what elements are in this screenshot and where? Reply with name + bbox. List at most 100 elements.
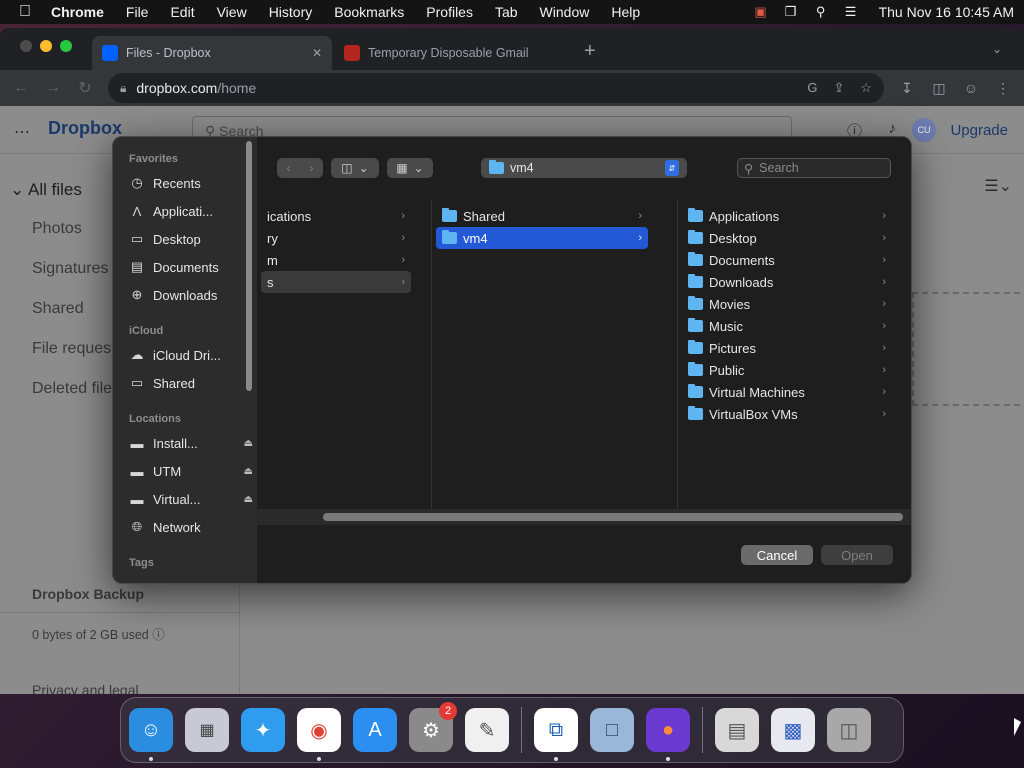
sidebar-item-applications[interactable]: Λ Applicati... <box>129 199 253 223</box>
chrome-icon[interactable]: ◉ <box>297 708 341 761</box>
list-item[interactable]: s › <box>261 271 411 293</box>
firefox-icon[interactable]: ● <box>646 708 690 761</box>
sidebar-item-shared[interactable]: ▭ Shared <box>129 371 253 395</box>
minimize-window-button[interactable] <box>40 40 52 52</box>
preview-window-icon[interactable]: ▩ <box>771 708 815 752</box>
notification-bell-icon[interactable]: ♪ <box>889 120 897 137</box>
app-store-icon[interactable]: A <box>353 708 397 752</box>
eject-icon[interactable]: ⏏ <box>244 438 253 449</box>
lock-icon[interactable]: 🔒︎ <box>120 81 126 96</box>
eject-icon[interactable]: ⏏ <box>244 494 253 505</box>
sidebar-item-all-files[interactable]: ⌄ All files <box>10 180 82 200</box>
menu-edit[interactable]: Edit <box>159 4 205 20</box>
menu-app-name[interactable]: Chrome <box>40 4 115 20</box>
path-popup-button[interactable]: vm4 ⇵ <box>481 158 687 178</box>
sidebar-item-install-volume[interactable]: ▬ Install... ⏏ <box>129 431 254 455</box>
upgrade-link[interactable]: Upgrade <box>950 122 1008 139</box>
back-button[interactable]: ← <box>12 79 30 97</box>
sidebar-item-utm[interactable]: ▬ UTM ⏏ <box>129 459 254 483</box>
sidebar-scrollbar[interactable] <box>246 141 252 391</box>
upload-drop-zone[interactable] <box>912 292 1020 406</box>
list-view-icon[interactable]: ☰⌄ <box>984 176 1012 196</box>
google-lens-icon[interactable]: G <box>807 80 817 96</box>
app-grid-icon[interactable]: ⋯ <box>14 122 30 142</box>
avatar[interactable]: CU <box>912 118 936 142</box>
side-panel-icon[interactable]: ◫ <box>930 80 948 97</box>
list-item[interactable]: Desktop › <box>682 227 892 249</box>
list-item[interactable]: Shared › <box>436 205 648 227</box>
close-tab-icon[interactable]: ✕ <box>312 46 322 60</box>
safari-icon[interactable]: ✦ <box>241 708 285 752</box>
privacy-link[interactable]: Privacy and legal <box>32 682 139 694</box>
display-icon[interactable]: ❐ <box>783 4 799 19</box>
list-item[interactable]: Virtual Machines › <box>682 381 892 403</box>
system-settings-icon[interactable]: ⚙ 2 <box>409 702 457 752</box>
sidebar-item-deleted-files[interactable]: Deleted files <box>32 380 120 398</box>
menu-clock[interactable]: Thu Nov 16 10:45 AM <box>879 4 1014 20</box>
list-item[interactable]: Downloads › <box>682 271 892 293</box>
sidebar-item-virtual-volume[interactable]: ▬ Virtual... ⏏ <box>129 487 254 511</box>
finder-icon[interactable]: ☺ <box>129 708 173 761</box>
sidebar-item-desktop[interactable]: ▭ Desktop <box>129 227 253 251</box>
menu-view[interactable]: View <box>206 4 258 20</box>
list-item[interactable]: ry › <box>261 227 411 249</box>
list-item[interactable]: Documents › <box>682 249 892 271</box>
trash-icon[interactable]: ◫ <box>827 708 871 752</box>
profile-icon[interactable]: ☺ <box>962 80 980 96</box>
share-icon[interactable]: ⇪ <box>833 80 844 96</box>
screen-sharing-icon[interactable]: ⧉ <box>534 708 578 761</box>
spotlight-search-icon[interactable]: ⚲ <box>813 4 829 19</box>
list-item[interactable]: Pictures › <box>682 337 892 359</box>
screen-sharing-status-icon[interactable]: ▣ <box>753 4 769 19</box>
reload-button[interactable]: ↻ <box>76 78 94 98</box>
list-item[interactable]: vm4 › <box>436 227 648 249</box>
list-item[interactable]: Movies › <box>682 293 892 315</box>
sidebar-item-photos[interactable]: Photos <box>32 220 82 238</box>
disk-image-icon[interactable]: ▤ <box>715 708 759 752</box>
download-icon[interactable]: ↧ <box>898 80 916 97</box>
control-center-icon[interactable]: ☰ <box>843 4 859 19</box>
menu-window[interactable]: Window <box>529 4 601 20</box>
virtualbox-icon[interactable]: □ <box>590 708 634 752</box>
apple-icon[interactable]:  <box>10 3 40 21</box>
new-tab-button[interactable]: + <box>584 40 596 63</box>
group-by-button[interactable]: ▦ ⌄ <box>387 158 433 178</box>
list-item[interactable]: VirtualBox VMs › <box>682 403 892 425</box>
sidebar-item-recents[interactable]: ◷ Recents <box>129 171 253 195</box>
sidebar-item-shared[interactable]: Shared <box>32 300 84 318</box>
tab-gmail[interactable]: Temporary Disposable Gmail <box>334 36 570 70</box>
eject-icon[interactable]: ⏏ <box>244 466 253 477</box>
column-view-button[interactable]: ◫ ⌄ <box>331 158 379 178</box>
sidebar-item-downloads[interactable]: ⊕ Downloads <box>129 283 253 307</box>
list-item[interactable]: Applications › <box>682 205 892 227</box>
zoom-window-button[interactable] <box>60 40 72 52</box>
horizontal-scrollbar[interactable] <box>323 513 903 521</box>
open-button[interactable]: Open <box>821 545 893 565</box>
list-item[interactable]: ications › <box>261 205 411 227</box>
sidebar-item-signatures[interactable]: Signatures <box>32 260 109 278</box>
forward-button[interactable]: → <box>44 79 62 97</box>
cancel-button[interactable]: Cancel <box>741 545 813 565</box>
menu-tab[interactable]: Tab <box>484 4 529 20</box>
launchpad-icon[interactable]: ▦ <box>185 708 229 752</box>
menu-bookmarks[interactable]: Bookmarks <box>323 4 415 20</box>
list-item[interactable]: m › <box>261 249 411 271</box>
tab-search-chevron-icon[interactable]: ⌄ <box>992 42 1002 56</box>
menu-file[interactable]: File <box>115 4 160 20</box>
list-item[interactable]: Public › <box>682 359 892 381</box>
list-item[interactable]: Music › <box>682 315 892 337</box>
textedit-icon[interactable]: ✎ <box>465 708 509 752</box>
menu-help[interactable]: Help <box>600 4 651 20</box>
sidebar-item-icloud-drive[interactable]: ☁ iCloud Dri... <box>129 343 253 367</box>
sidebar-item-file-requests[interactable]: File requests <box>32 340 124 358</box>
menu-profiles[interactable]: Profiles <box>415 4 484 20</box>
close-window-button[interactable] <box>20 40 32 52</box>
menu-history[interactable]: History <box>258 4 324 20</box>
forward-chevron-icon[interactable]: › <box>300 161 323 175</box>
dialog-search-input[interactable]: ⚲ Search <box>737 158 891 178</box>
sidebar-item-documents[interactable]: ▤ Documents <box>129 255 253 279</box>
back-chevron-icon[interactable]: ‹ <box>277 161 300 175</box>
sidebar-item-network[interactable]: 🌐︎ Network <box>129 515 253 539</box>
backup-title[interactable]: Dropbox Backup <box>32 586 144 602</box>
dropbox-logo[interactable]: Dropbox <box>48 118 122 139</box>
